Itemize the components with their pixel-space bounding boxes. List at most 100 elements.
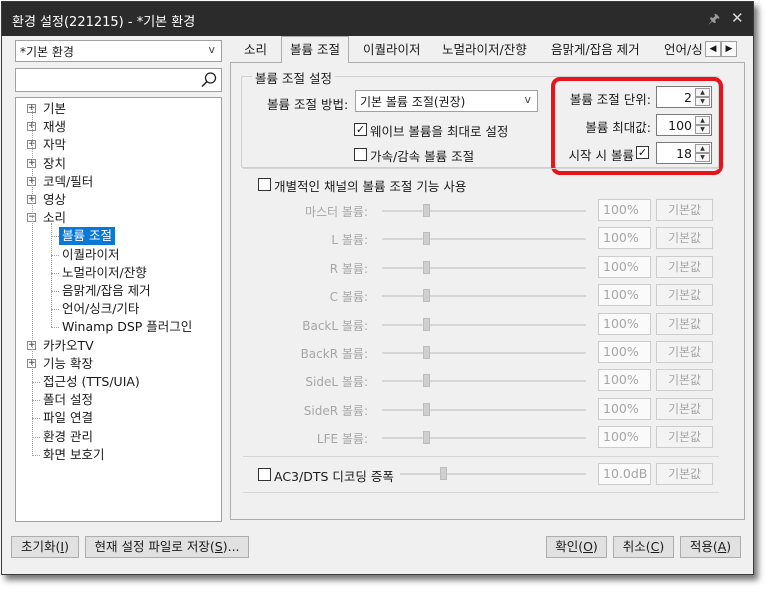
channel-label: R 볼륨: [329, 261, 368, 276]
channel-default-button[interactable]: 기본값 [656, 341, 713, 363]
channel-slider-handle[interactable] [422, 204, 430, 217]
tab-2[interactable]: 이퀄라이저 [355, 37, 429, 62]
tree-connector [51, 223, 52, 328]
channel-slider[interactable] [382, 266, 586, 269]
save-config-key: S [214, 539, 223, 554]
tree-subitem[interactable]: 노멀라이저/잔향 [62, 264, 147, 282]
apply-button-key: A [717, 539, 727, 554]
tree-connector [51, 291, 59, 292]
save-config-label: 현재 설정 파일로 저장( [94, 539, 215, 554]
ok-button-label: 확인( [555, 539, 584, 554]
channel-default-button[interactable]: 기본값 [656, 426, 713, 449]
channel-default-button[interactable]: 기본값 [656, 284, 713, 307]
tree-item[interactable]: 화면 보호기 [43, 446, 104, 464]
tree-subitem[interactable]: 이퀄라이저 [62, 246, 120, 264]
tree-item[interactable]: 파일 연결 [43, 409, 93, 427]
channel-default-button[interactable]: 기본값 [656, 227, 713, 250]
ac3-slider-handle[interactable] [440, 467, 447, 480]
search-icon[interactable] [200, 71, 218, 89]
channel-value: 100% [598, 199, 651, 221]
tree-subitem[interactable]: 언어/싱크/기타 [62, 300, 139, 318]
tree-item[interactable]: 카카오TV [43, 337, 94, 355]
channel-label: BackR 볼륨: [300, 347, 368, 361]
channel-default-button[interactable]: 기본값 [656, 199, 713, 221]
tree-connector [51, 236, 59, 238]
apply-button[interactable]: 적용(A) [680, 536, 741, 558]
channel-default-button[interactable]: 기본값 [656, 397, 713, 420]
tree-item[interactable]: 코덱/필터 [43, 173, 93, 191]
channel-slider-handle[interactable] [422, 374, 430, 388]
ac3-slider[interactable] [400, 473, 586, 475]
tree-item[interactable]: 환경 관리 [43, 428, 93, 446]
apply-button-paren: ) [726, 539, 732, 554]
channel-slider[interactable] [382, 437, 586, 440]
tab-3[interactable]: 노멀라이저/잔향 [434, 37, 535, 62]
channel-value: 100% [598, 426, 651, 449]
wave-max-checkbox[interactable]: ✓ [354, 123, 367, 136]
tree-item[interactable]: 기능 확장 [43, 355, 93, 373]
channel-default-button[interactable]: 기본값 [656, 255, 713, 278]
cancel-button-label: 취소( [622, 539, 651, 554]
channel-label: LFE 볼륨: [316, 432, 368, 447]
channel-slider-handle[interactable] [422, 346, 430, 359]
tab-scroll-right-icon[interactable]: ▶ [721, 41, 737, 57]
save-config-button[interactable]: 현재 설정 파일로 저장(S)... [85, 536, 249, 558]
channel-enable-checkbox[interactable] [258, 178, 271, 191]
tree-connector [32, 382, 40, 383]
tab-scroll-left-icon[interactable]: ◀ [705, 41, 721, 57]
tree-item[interactable]: 장치 [43, 155, 66, 173]
method-select[interactable]: 기본 볼륨 조절(권장) v [355, 90, 538, 112]
ac3-value: 10.0dB [598, 463, 651, 485]
tree-subitem[interactable]: Winamp DSP 플러그인 [62, 318, 192, 336]
channel-slider[interactable] [382, 238, 586, 241]
tree-subitem[interactable]: 음맑게/잡음 제거 [62, 282, 151, 300]
tree-subitem[interactable]: 볼륨 조절 [59, 227, 115, 246]
ok-button[interactable]: 확인(O) [546, 536, 607, 558]
channel-slider[interactable] [382, 323, 586, 326]
channel-slider[interactable] [382, 408, 586, 411]
pin-icon[interactable]: 🖈 [708, 10, 720, 32]
preset-select[interactable]: *기본 환경 v [15, 40, 222, 62]
channel-label: C 볼륨: [329, 290, 368, 305]
search-input[interactable] [15, 68, 222, 92]
tab-5[interactable]: 언어/싱 [656, 37, 704, 62]
tree-item[interactable]: 자막 [43, 136, 66, 154]
tree-item[interactable]: 접근성 (TTS/UIA) [43, 373, 140, 391]
channel-slider[interactable] [382, 210, 586, 212]
tree-item[interactable]: 폴더 설정 [43, 391, 93, 409]
ac3-checkbox[interactable] [258, 468, 271, 481]
tree-item[interactable]: 기본 [43, 100, 66, 118]
channel-slider-handle[interactable] [422, 232, 430, 246]
channel-default-button[interactable]: 기본값 [656, 369, 713, 392]
tab-0[interactable]: 소리 [236, 37, 275, 62]
settings-tree[interactable]: + 기본 + 재생 + 자막 + 장치 + 코덱/필터 + 영상 − 소리 볼륨 조절 이퀄라이저 노멀라이저/… [15, 97, 222, 522]
cancel-button[interactable]: 취소(C) [613, 536, 674, 558]
channel-value: 100% [598, 255, 651, 278]
channel-slider[interactable] [382, 380, 586, 383]
channel-slider-handle[interactable] [422, 317, 430, 331]
reset-button[interactable]: 초기화(I) [11, 536, 79, 558]
cancel-button-paren: ) [659, 539, 665, 554]
channel-slider-handle[interactable] [422, 402, 430, 416]
tree-item[interactable]: 영상 [43, 191, 66, 209]
tree-item[interactable]: 재생 [43, 118, 66, 136]
channel-slider-handle[interactable] [422, 289, 430, 303]
tree-item[interactable]: 소리 [43, 209, 66, 227]
ac3-default-button[interactable]: 기본값 [656, 463, 713, 485]
channel-label: 마스터 볼륨: [304, 205, 368, 219]
window-title: 환경 설정(221215) - *기본 환경 [12, 15, 196, 30]
title-bar[interactable]: 환경 설정(221215) - *기본 환경 🖈 ✕ [2, 2, 753, 36]
channel-slider-handle[interactable] [422, 431, 430, 445]
accel-label: 가속/감속 볼륨 조절 [370, 149, 475, 164]
channel-slider[interactable] [382, 352, 586, 354]
volume-settings-title: 볼륨 조절 설정 [252, 68, 335, 87]
channel-slider[interactable] [382, 295, 586, 298]
channel-label: SideL 볼륨: [305, 375, 368, 390]
channel-slider-handle[interactable] [422, 260, 430, 274]
tab-4[interactable]: 음맑게/잡음 제거 [543, 37, 648, 62]
accel-checkbox[interactable] [354, 148, 367, 161]
close-icon[interactable]: ✕ [731, 9, 744, 27]
channel-default-button[interactable]: 기본값 [656, 312, 713, 335]
chevron-down-icon: v [208, 43, 215, 56]
tab-1[interactable]: 볼륨 조절 [281, 36, 349, 63]
